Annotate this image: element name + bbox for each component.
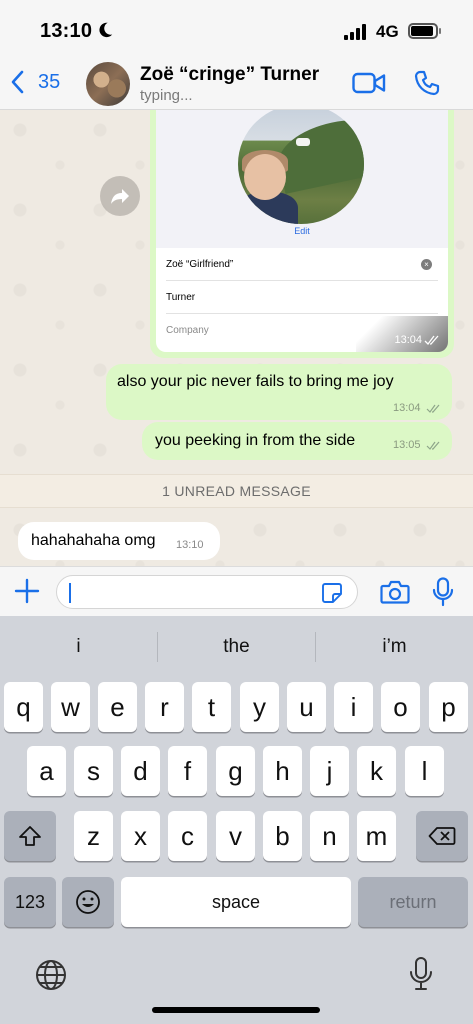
clear-icon: × [421,259,432,270]
last-name-value: Turner [166,291,196,303]
contact-name[interactable]: Zoë “cringe” Turner [140,64,319,86]
chat-area[interactable]: Edit Zoë “Girlfriend” × Turner Company 1… [0,110,473,566]
contact-status: typing... [140,87,193,104]
suggestion-bar: i the i’m [0,616,473,678]
numbers-key[interactable]: 123 [4,877,56,927]
space-key[interactable]: space [121,877,351,927]
message-time: 13:10 [176,539,204,551]
key-w[interactable]: w [51,682,90,732]
suggestion[interactable]: i [0,616,157,678]
backspace-icon [428,827,456,845]
return-key[interactable]: return [358,877,468,927]
key-m[interactable]: m [357,811,396,861]
video-call-icon[interactable] [352,72,386,94]
last-name-field: Turner [166,281,438,314]
forward-arrow-icon [111,189,129,204]
message-time: 13:04 [394,334,422,346]
battery-icon [408,23,441,39]
first-name-field: Zoë “Girlfriend” × [166,248,438,281]
sticker-icon[interactable] [321,582,343,604]
moon-icon [99,22,113,38]
home-indicator [152,1007,320,1013]
suggestion[interactable]: the [158,616,315,678]
status-bar: 13:10 4G [0,0,473,56]
first-name-value: Zoë “Girlfriend” [166,258,234,270]
outgoing-message[interactable]: also your pic never fails to bring me jo… [106,364,452,420]
contact-avatar[interactable] [86,62,130,106]
key-f[interactable]: f [168,746,207,796]
message-text: also your pic never fails to bring me jo… [117,373,394,390]
key-v[interactable]: v [216,811,255,861]
back-button[interactable]: 35 [10,70,60,94]
unread-messages-banner: 1 UNREAD MESSAGE [0,474,473,508]
chevron-left-icon [11,70,24,94]
emoji-key[interactable] [62,877,114,927]
text-caret [69,583,71,603]
phone-call-icon[interactable] [414,70,440,96]
key-o[interactable]: o [381,682,420,732]
camera-icon[interactable] [380,580,410,604]
edit-link: Edit [294,226,310,236]
key-q[interactable]: q [4,682,43,732]
key-u[interactable]: u [287,682,326,732]
key-i[interactable]: i [334,682,373,732]
key-c[interactable]: c [168,811,207,861]
message-input[interactable] [56,575,358,609]
key-x[interactable]: x [121,811,160,861]
contact-card-image-message[interactable]: Edit Zoë “Girlfriend” × Turner Company 1… [150,110,454,358]
key-z[interactable]: z [74,811,113,861]
key-e[interactable]: e [98,682,137,732]
key-t[interactable]: t [192,682,231,732]
key-r[interactable]: r [145,682,184,732]
key-a[interactable]: a [27,746,66,796]
outgoing-message[interactable]: you peeking in from the side 13:05 [142,422,452,460]
key-k[interactable]: k [357,746,396,796]
message-text: you peeking in from the side [155,432,356,449]
key-n[interactable]: n [310,811,349,861]
key-h[interactable]: h [263,746,302,796]
read-ticks-icon [424,335,439,345]
key-s[interactable]: s [74,746,113,796]
signal-icon [344,24,366,40]
shift-icon [19,826,41,846]
key-l[interactable]: l [405,746,444,796]
chat-header: 35 Zoë “cringe” Turner typing... [0,56,473,110]
delete-key[interactable] [416,811,468,861]
suggestion[interactable]: i’m [316,616,473,678]
compose-bar [0,566,473,616]
contact-card-screenshot: Edit Zoë “Girlfriend” × Turner Company 1… [156,110,448,352]
company-placeholder: Company [166,325,209,336]
key-d[interactable]: d [121,746,160,796]
key-b[interactable]: b [263,811,302,861]
unread-chats-count: 35 [38,70,61,93]
read-ticks-icon [426,404,440,413]
key-g[interactable]: g [216,746,255,796]
incoming-message[interactable]: hahahahaha omg 13:10 [18,522,220,560]
message-text: hahahahaha omg [31,532,156,549]
message-time: 13:04 [393,402,421,414]
forward-button[interactable] [100,176,140,216]
status-time: 13:10 [40,20,93,42]
plus-icon[interactable] [14,578,40,604]
shift-key[interactable] [4,811,56,861]
key-j[interactable]: j [310,746,349,796]
emoji-icon [76,890,100,914]
keyboard: i the i’m q w e r t y u i o p a s d f g … [0,616,473,1024]
microphone-icon[interactable] [432,577,454,607]
key-y[interactable]: y [240,682,279,732]
message-time: 13:05 [393,439,421,451]
network-type: 4G [376,22,399,41]
key-p[interactable]: p [429,682,468,732]
globe-icon[interactable] [34,958,68,992]
read-ticks-icon [426,441,440,450]
dictation-mic-icon[interactable] [408,956,434,992]
